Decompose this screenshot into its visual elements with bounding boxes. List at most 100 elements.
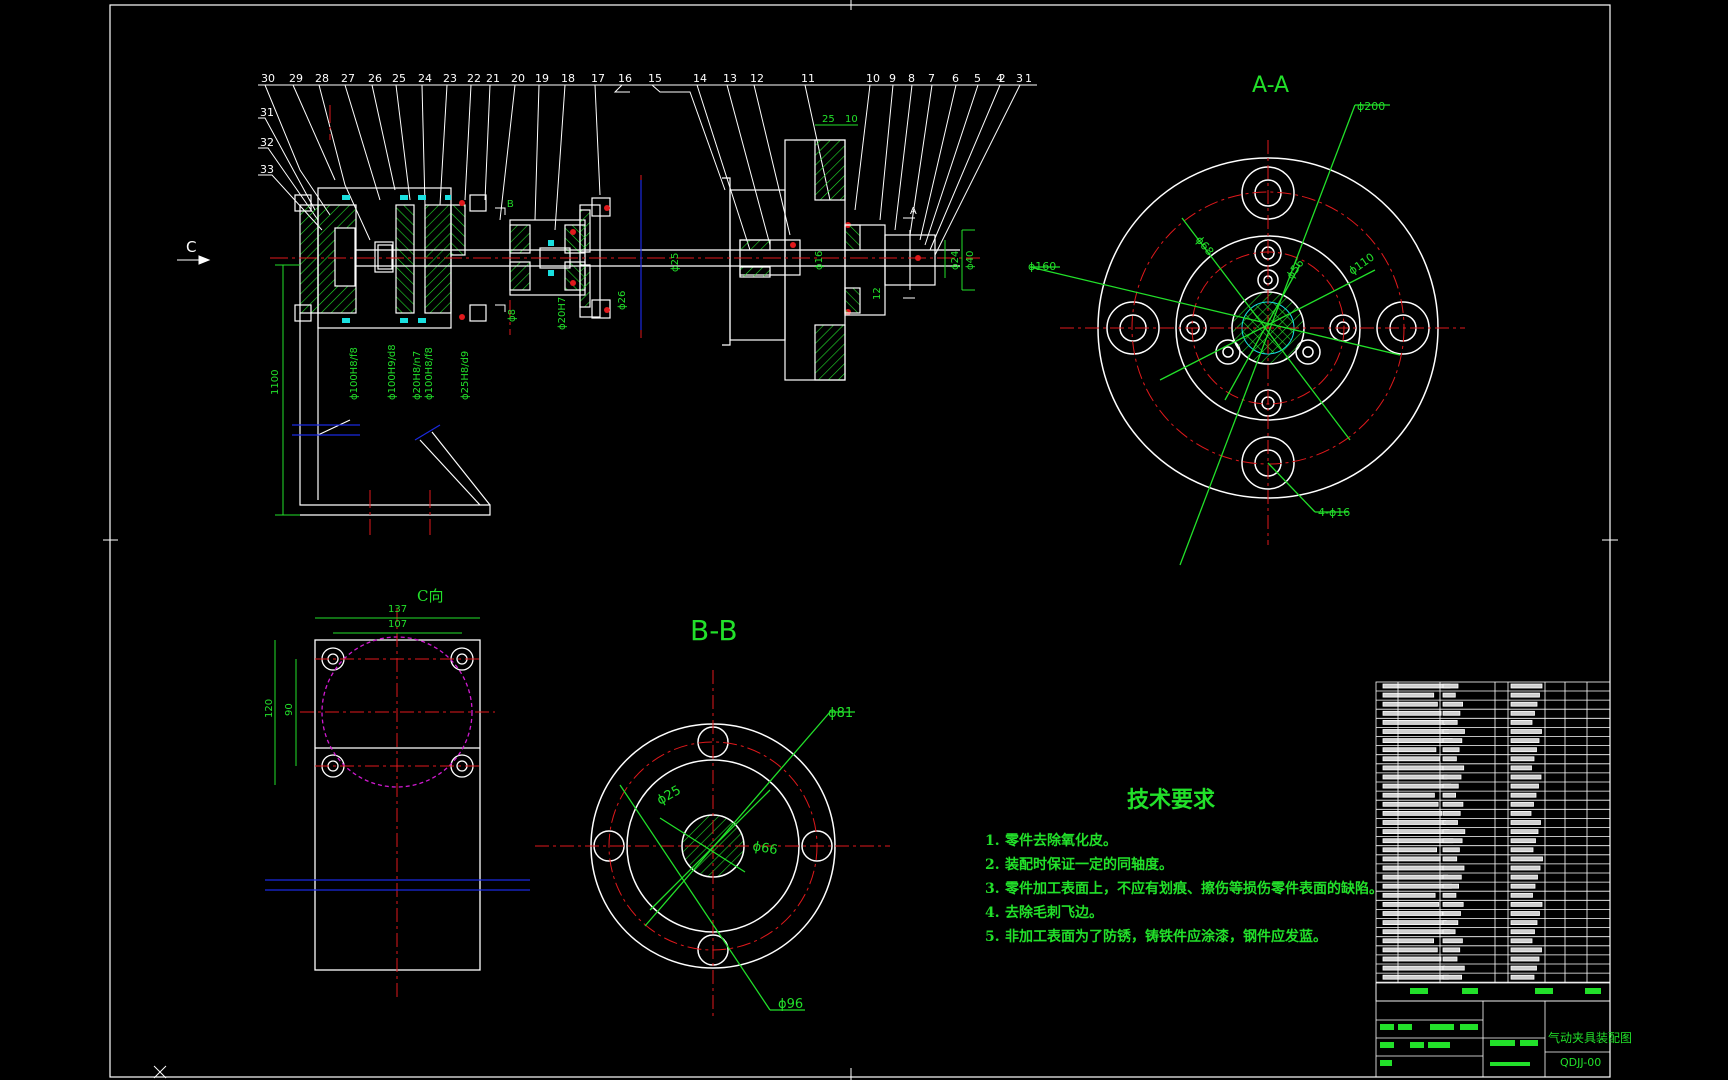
balloon-number: 24 [418,72,432,85]
parts-list-cell-text [1442,902,1464,907]
balloon-number: 20 [511,72,525,85]
dim-25: 25 [822,114,835,125]
parts-list-cell-text [1510,838,1536,844]
fit-2: ϕ100H9/d8 [387,344,398,400]
view-c-w2: 107 [388,619,407,630]
balloon-number: 21 [486,72,500,85]
main-assembly-view: 30 29 28 27 26 25 24 23 22 21 20 19 18 17 16 15 14 13 12 11… [177,72,1037,535]
parts-list-cell-text [1442,892,1457,898]
title-block-cell-text [1410,1042,1424,1048]
title-block-cell-text [1380,1042,1394,1048]
fit-7: ϕ26 [617,291,628,310]
parts-list-cell-text [1510,911,1540,916]
parts-list-cell-text [1442,829,1466,834]
parts-list-cell-text [1442,974,1463,980]
section-bb-view: B-B ϕ81 ϕ25 ϕ66 ϕ96 [535,614,890,1020]
title-block-cell-text [1520,1040,1538,1046]
stand-frame [299,313,491,516]
parts-list-cell-text [1510,783,1539,789]
parts-list-cell-text [1382,883,1452,889]
parts-list-cell-text [1442,838,1463,844]
view-c-h1: 120 [264,699,275,718]
parts-list-cell-text [1382,892,1436,898]
parts-list-cell-text [1442,865,1465,871]
parts-list-cell-text [1382,974,1449,980]
balloon-number: 10 [866,72,880,85]
balloon-number: 13 [723,72,737,85]
tech-requirement-text: 零件加工表面上，不应有划痕、擦伤等损伤零件表面的缺陷。 [1005,881,1383,897]
fit-1: ϕ100H8/f8 [349,347,360,400]
parts-list-cell-text [1510,701,1538,707]
parts-list-cell-text [1382,811,1443,816]
section-a-mark: A [910,206,917,217]
parts-list-cell-text [1382,801,1439,807]
aa-dim-0: ϕ200 [1357,100,1385,113]
parts-list-cell-text [1442,911,1461,916]
parts-list-cell-text [1442,801,1464,807]
parts-list-cell-text [1382,820,1446,825]
parts-list-cell-text [1442,765,1465,771]
balloon-number: 6 [952,72,959,85]
parts-list-cell-text [1382,856,1441,862]
view-arrow-c [177,255,211,265]
dim-phi24: ϕ24 [950,251,961,270]
title-block-cell-text [1460,1024,1478,1030]
balloon-leaders [258,84,1037,256]
parts-list-cell-text [1382,738,1453,743]
tech-requirement-text: 去除毛刺飞边。 [1005,905,1103,921]
tech-requirement-item: 3. 零件加工表面上，不应有划痕、擦伤等损伤零件表面的缺陷。 [985,878,1383,898]
section-aa-view: A-A ϕ200 ϕ160 ϕ110 ϕ56 ϕ68 4-ϕ16 [1028,73,1465,566]
side-balloon-number: 33 [260,163,274,176]
cad-drawing-canvas: 30 29 28 27 26 25 24 23 22 21 20 19 18 17 16 15 14 13 12 11… [103,0,1632,1080]
balloon-number: 18 [561,72,575,85]
side-balloon-numbers: 31 32 33 [260,106,274,176]
parts-list-cell-text [1510,956,1540,962]
balloon-number: 3 [1016,72,1023,85]
dim-1100: 1100 [270,370,281,395]
parts-list-cell-text [1382,829,1450,834]
parts-list-cell-text [1442,692,1456,698]
aa-dim-2: ϕ110 [1346,251,1377,278]
parts-list-cell-text [1382,774,1448,780]
tech-requirement-item: 4. 去除毛刺飞边。 [985,902,1103,922]
balloon-number: 2 [999,72,1006,85]
parts-list-cell-text [1510,947,1542,953]
side-balloon-number: 32 [260,136,274,149]
bb-dim-3: ϕ96 [778,997,803,1012]
parts-list-cell-text [1510,692,1540,698]
dim-phi25: ϕ25 [670,253,681,272]
aa-dim-1: ϕ160 [1028,260,1056,273]
parts-list-cell-text [1510,738,1540,743]
main-dimensions [275,124,975,516]
balloon-number: 19 [535,72,549,85]
title-block-cell-text [1398,1024,1412,1030]
parts-list-cell-text [1382,710,1442,716]
parts-list-cell-text [1442,729,1465,734]
parts-list-cell-text [1510,874,1538,880]
parts-list-cell-text [1442,938,1463,944]
parts-list-table [1375,681,1611,1078]
dim-12: 12 [872,287,883,300]
tech-requirement-number: 4. [985,905,1000,921]
main-dim-text: 25 10 1100 ϕ25 ϕ16 ϕ24 ϕ40 12 ϕ100H8/f8 … [270,114,976,400]
parts-list-cell-text [1382,956,1442,962]
dim-10: 10 [845,114,858,125]
parts-list-cell-text [1510,974,1535,980]
balloon-number: 28 [315,72,329,85]
view-c-w1: 137 [388,604,407,615]
parts-list-cell-text [1382,947,1438,953]
bb-dim-0: ϕ81 [828,706,853,721]
balloon-number: 8 [908,72,915,85]
parts-list-cell-text [1510,938,1533,944]
tech-requirement-text: 零件去除氧化皮。 [1005,833,1117,849]
fit-6: ϕ20H7 [557,297,568,330]
section-aa-title: A-A [1252,73,1289,98]
parts-list-cell-text [1382,747,1437,753]
parts-list-cell-text [1442,710,1461,716]
parts-list-cell-text [1510,792,1537,798]
title-block-fills [1380,988,1601,1066]
section-b-marks [495,207,506,312]
balloon-number: 9 [889,72,896,85]
parts-list-cell-text [1442,883,1460,889]
parts-list-cell-text [1442,811,1461,816]
